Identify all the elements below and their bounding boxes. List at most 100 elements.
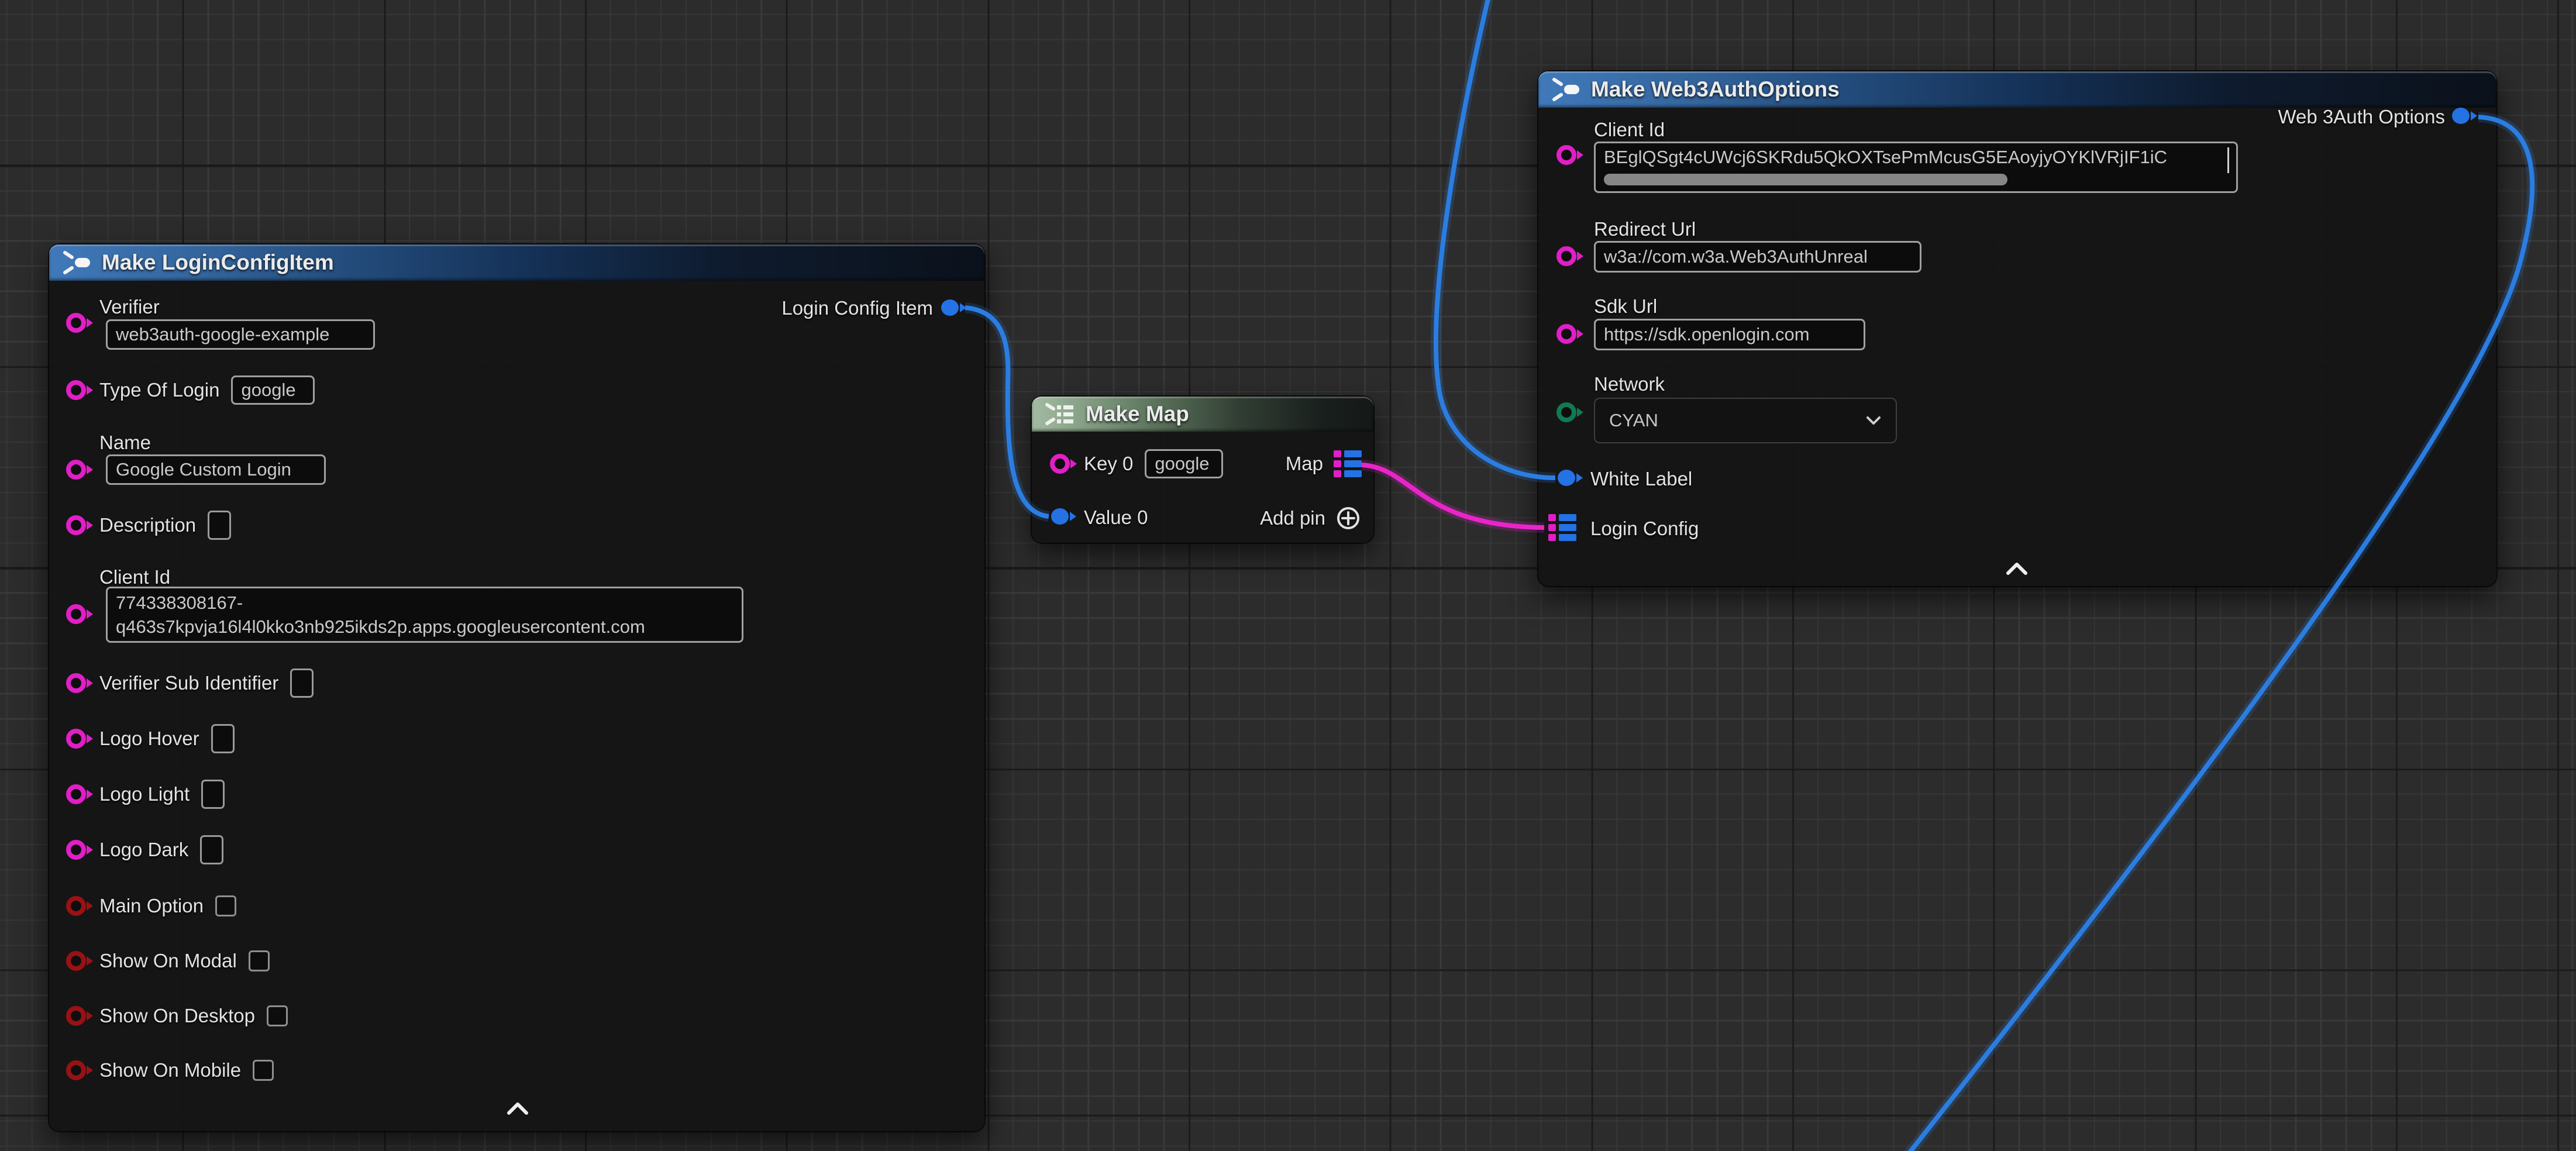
pin-show-on-desktop[interactable] — [66, 1004, 94, 1028]
map-value-cell — [1344, 470, 1362, 477]
make-struct-icon — [1550, 77, 1580, 102]
pin-label-description: Description — [99, 514, 196, 536]
pin-web3auth-options-output[interactable] — [2451, 104, 2479, 127]
collapse-node-chevron[interactable] — [505, 1101, 531, 1116]
map-key-cell — [1334, 450, 1341, 457]
map-value-cell — [1559, 514, 1576, 521]
show-on-mobile-checkbox[interactable] — [253, 1060, 274, 1081]
pin-label-key-0: Key 0 — [1084, 453, 1133, 475]
type-of-login-value: google — [241, 380, 295, 401]
network-selected-value: CYAN — [1609, 410, 1658, 431]
sdk-url-input[interactable]: https://sdk.openlogin.com — [1594, 319, 1865, 350]
logo-hover-input[interactable] — [211, 724, 235, 753]
pin-label-show-on-mobile: Show On Mobile — [99, 1059, 241, 1081]
pin-value-0[interactable] — [1050, 505, 1078, 528]
blueprint-graph-canvas[interactable]: Make LoginConfigItem Login Config Item V… — [0, 0, 2576, 1151]
type-of-login-input[interactable]: google — [231, 375, 315, 405]
pin-verifier-sub-identifier[interactable] — [66, 671, 94, 695]
logo-dark-input[interactable] — [200, 835, 223, 864]
pin-name[interactable] — [66, 458, 94, 481]
verifier-sub-identifier-input[interactable] — [290, 668, 314, 698]
wire-offscreen-to-white-label[interactable] — [1436, 0, 1555, 478]
icon-list-dot — [1057, 412, 1061, 416]
client-id-horizontal-scrollbar[interactable] — [1604, 174, 2007, 185]
add-pin-button[interactable]: Add pin — [1260, 504, 1362, 532]
pin-arrow — [87, 609, 93, 619]
pin-label-client-id: Client Id — [99, 566, 170, 588]
pin-label-logo-light: Logo Light — [99, 783, 190, 805]
pin-label-main-option: Main Option — [99, 895, 204, 917]
icon-stroke-top — [1047, 405, 1053, 409]
node-title: Make Web3AuthOptions — [1591, 77, 1840, 102]
pin-verifier[interactable] — [66, 311, 94, 335]
name-input[interactable]: Google Custom Login — [106, 454, 326, 485]
pin-arrow — [1070, 512, 1076, 521]
pin-label-verifier-sub-identifier: Verifier Sub Identifier — [99, 672, 278, 694]
pin-arrow — [1577, 150, 1583, 160]
pin-white-label[interactable] — [1556, 466, 1585, 490]
icon-list-dot — [1057, 405, 1061, 409]
logo-light-input[interactable] — [201, 780, 225, 809]
node-make-web3auth-options[interactable]: Make Web3AuthOptions Web 3Auth Options C… — [1538, 71, 2496, 586]
pin-arrow — [87, 956, 93, 966]
pin-arrow — [87, 790, 93, 799]
pin-key-0[interactable] — [1050, 452, 1078, 475]
show-on-desktop-checkbox[interactable] — [267, 1005, 288, 1026]
pin-arrow — [87, 1066, 93, 1075]
show-on-modal-checkbox[interactable] — [249, 950, 270, 971]
verifier-value: web3auth-google-example — [116, 324, 329, 345]
node-header-make-web3auth-options[interactable]: Make Web3AuthOptions — [1538, 71, 2496, 108]
pin-sdk-url[interactable] — [1556, 322, 1585, 346]
pin-arrow — [2471, 111, 2477, 120]
key-0-input[interactable]: google — [1145, 449, 1223, 478]
pin-client-id[interactable] — [66, 602, 94, 626]
node-header-make-map[interactable]: Make Map — [1032, 397, 1373, 432]
icon-list-dot — [1057, 419, 1061, 423]
icon-stroke-bottom — [1554, 95, 1561, 99]
client-id-input[interactable]: 774338308167- q463s7kpvja16l4l0kko3nb925… — [106, 587, 743, 643]
output-pin-label: Login Config Item — [781, 297, 933, 319]
pin-main-option[interactable] — [66, 894, 94, 918]
pin-show-on-mobile[interactable] — [66, 1059, 94, 1082]
pin-logo-light[interactable] — [66, 783, 94, 806]
redirect-url-value: w3a://com.w3a.Web3AuthUnreal — [1604, 246, 1868, 267]
pin-login-config-item-output[interactable] — [940, 296, 968, 319]
pin-arrow — [1577, 408, 1583, 417]
pin-network[interactable] — [1556, 401, 1585, 424]
pin-ring — [68, 676, 84, 691]
pin-logo-hover[interactable] — [66, 727, 94, 750]
node-header-make-login-config-item[interactable]: Make LoginConfigItem — [49, 244, 984, 281]
make-map-icon — [1044, 401, 1075, 427]
wire-map-to-login-config[interactable] — [1362, 465, 1544, 528]
verifier-input[interactable]: web3auth-google-example — [106, 319, 375, 350]
map-value-cell — [1559, 534, 1576, 541]
pin-label-login-config: Login Config — [1590, 518, 1699, 540]
pin-type-of-login[interactable] — [66, 378, 94, 402]
pin-ring — [68, 606, 84, 622]
map-key-cell — [1548, 534, 1556, 541]
pin-arrow — [87, 1011, 93, 1021]
pin-show-on-modal[interactable] — [66, 949, 94, 973]
pin-client-id[interactable] — [1556, 143, 1585, 167]
icon-stroke-bottom — [65, 268, 72, 273]
description-input[interactable] — [208, 511, 231, 540]
pin-description[interactable] — [66, 514, 94, 537]
pin-map-output[interactable] — [1332, 449, 1363, 479]
pin-arrow — [87, 845, 93, 854]
node-make-login-config-item[interactable]: Make LoginConfigItem Login Config Item V… — [49, 244, 984, 1131]
pin-arrow — [87, 465, 93, 474]
pin-login-config[interactable] — [1547, 512, 1578, 543]
pin-ring — [68, 315, 84, 330]
network-dropdown[interactable]: CYAN — [1594, 398, 1897, 443]
pin-redirect-url[interactable] — [1556, 244, 1585, 268]
pin-ring — [1559, 326, 1574, 342]
collapse-node-chevron[interactable] — [2004, 561, 2030, 576]
redirect-url-input[interactable]: w3a://com.w3a.Web3AuthUnreal — [1594, 241, 1921, 273]
chevron-up-icon — [509, 1104, 526, 1113]
add-pin-label: Add pin — [1260, 507, 1325, 529]
pin-logo-dark[interactable] — [66, 838, 94, 861]
node-make-map[interactable]: Make Map Key 0 google Value 0 Map — [1032, 397, 1373, 543]
main-option-checkbox[interactable] — [215, 895, 236, 916]
pin-arrow — [87, 678, 93, 688]
pin-ring — [1052, 456, 1067, 471]
